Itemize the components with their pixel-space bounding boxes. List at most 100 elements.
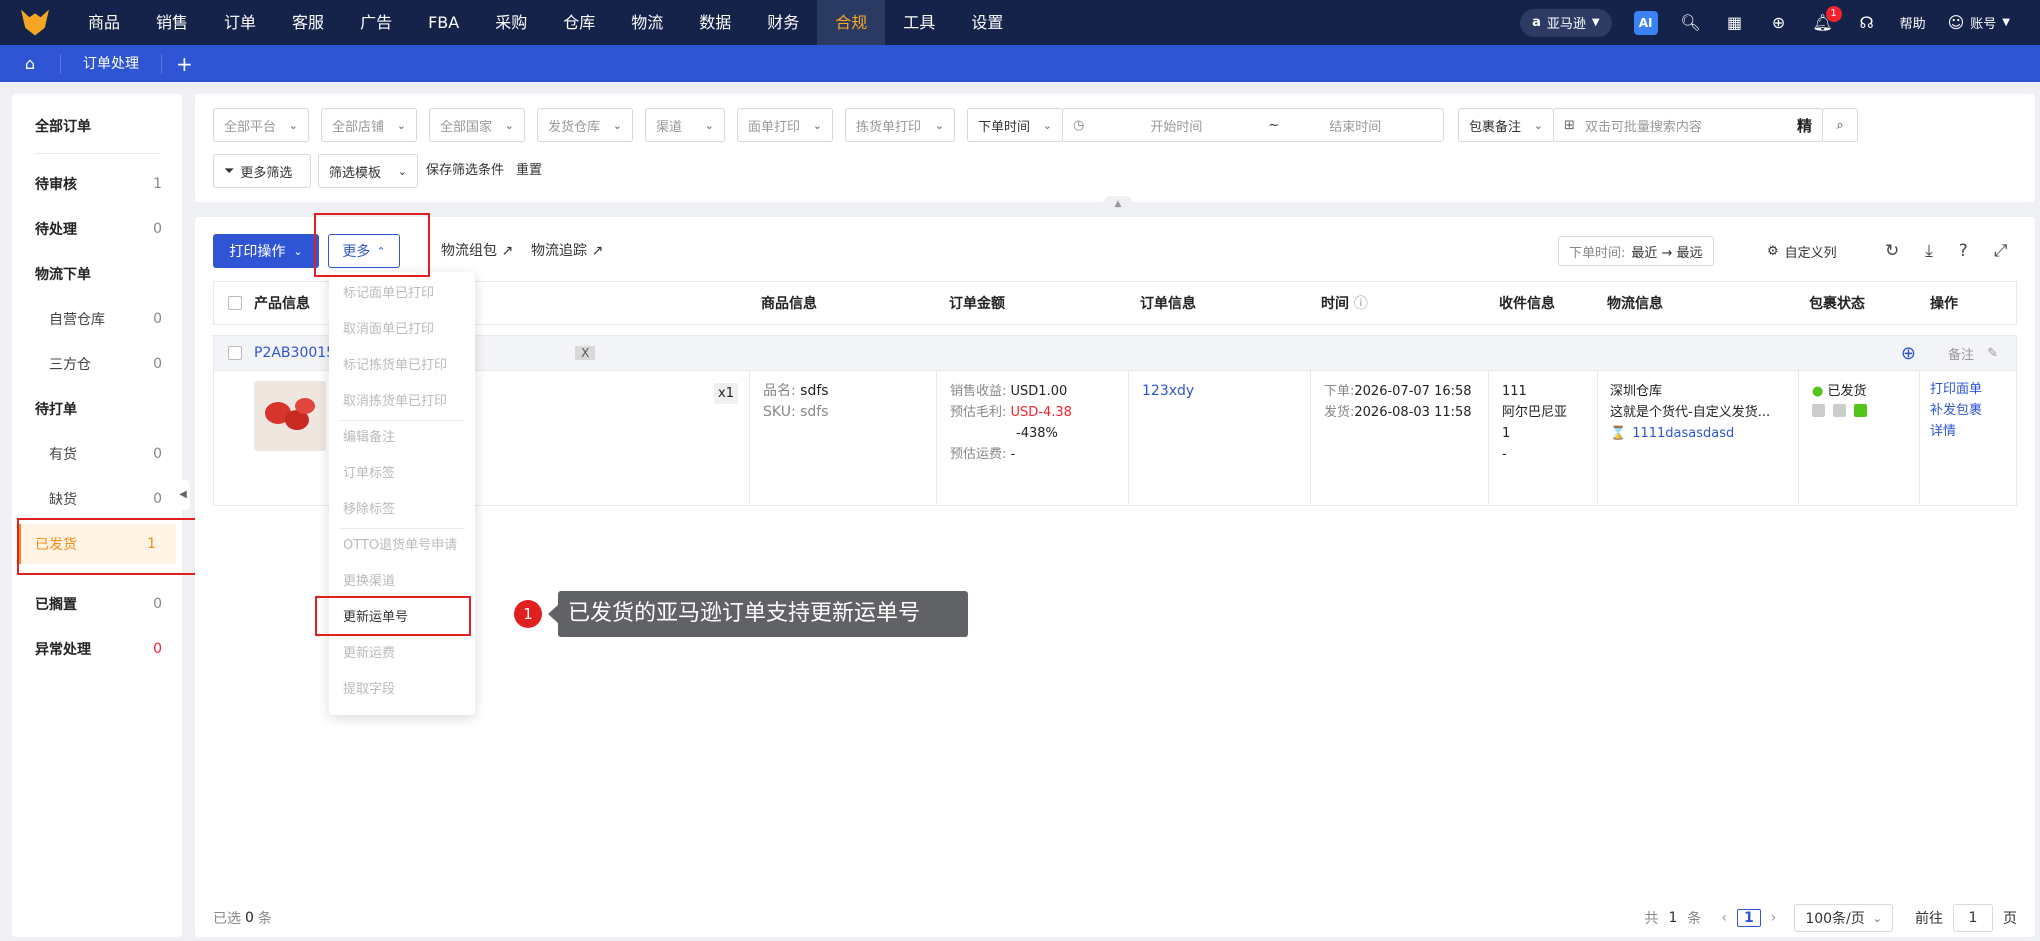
date-range-picker[interactable]: ◷ 开始时间 ~ 结束时间 [1062, 108, 1444, 142]
filter-template-select[interactable]: 筛选模板 ⌄ [318, 154, 418, 188]
search-button[interactable]: ⌕ [1822, 108, 1858, 142]
logo-icon[interactable] [0, 0, 70, 45]
custom-columns-button[interactable]: ⚙ 自定义列 [1767, 234, 1837, 268]
bell-icon[interactable]: 🔔︎ 1 [1812, 5, 1842, 34]
more-filters-button[interactable]: ⏷ 更多筛选 [213, 154, 311, 188]
sidebar-item-out-of-stock[interactable]: 缺货 0 [12, 479, 182, 519]
refresh-icon[interactable]: ↻ [1885, 241, 1899, 261]
sort-control[interactable]: 下单时间: 最近 → 最远 [1558, 234, 1714, 268]
doc-edit-icon[interactable] [1833, 404, 1846, 417]
account-menu[interactable]: ☺ 账号 ▼ [1948, 13, 2010, 32]
sidebar-item-logistics-order[interactable]: 物流下单 [12, 254, 182, 294]
sidebar-item-own-warehouse[interactable]: 自营仓库 0 [12, 299, 182, 339]
fullscreen-icon[interactable]: ⤢ [1994, 241, 2008, 261]
nav-item-compliance[interactable]: 合规 [817, 0, 886, 45]
page-size-select[interactable]: 100条/页 ⌄ [1794, 904, 1893, 932]
sidebar-item-exceptions[interactable]: 异常处理 0 [12, 629, 182, 669]
nav-item-logistics[interactable]: 物流 [613, 0, 681, 45]
sidebar-item-to-print[interactable]: 待打单 [12, 389, 182, 429]
menu-item-mark-label-printed[interactable]: 标记面单已打印 [343, 284, 434, 304]
order-id-link[interactable]: 123xdy [1142, 381, 1194, 402]
sort-box[interactable]: 下单时间: 最近 → 最远 [1558, 236, 1714, 266]
search-icon[interactable]: 🔍︎ [1680, 12, 1702, 34]
menu-item-otto-return[interactable]: OTTO退货单号申请 [343, 536, 457, 556]
tab-order-processing[interactable]: 订单处理 [60, 53, 162, 74]
label-print-select[interactable]: 面单打印 ⌄ [737, 108, 833, 142]
sidebar-item-on-hold[interactable]: 已搁置 0 [12, 584, 182, 624]
current-page[interactable]: 1 [1736, 909, 1761, 927]
menu-item-unmark-pick-printed[interactable]: 取消拣货单已打印 [343, 392, 447, 412]
menu-item-order-tags[interactable]: 订单标签 [343, 464, 395, 484]
headset-icon[interactable]: ☊ [1856, 12, 1878, 34]
precise-toggle[interactable]: 精 [1797, 115, 1812, 136]
search-input[interactable]: ⊞ 双击可批量搜索内容 精 [1553, 108, 1823, 142]
more-actions-button[interactable]: 更多 ⌃ [328, 234, 400, 268]
menu-item-mark-pick-printed[interactable]: 标记拣货单已打印 [343, 356, 447, 376]
ai-assistant-icon[interactable]: AI [1633, 10, 1658, 35]
nav-item-ads[interactable]: 广告 [342, 0, 410, 45]
menu-item-update-freight[interactable]: 更新运费 [343, 644, 395, 664]
save-filter-link[interactable]: 保存筛选条件 [426, 154, 504, 188]
nav-item-fba[interactable]: FBA [410, 0, 477, 45]
platform-select[interactable]: 全部平台 ⌄ [213, 108, 309, 142]
store-switcher[interactable]: a 亚马逊 ▼ [1520, 8, 1612, 37]
print-label-link[interactable]: 打印面单 [1930, 379, 1982, 400]
goto-page-input[interactable]: 1 [1953, 904, 1993, 932]
sidebar-item-third-party[interactable]: 三方仓 0 [12, 344, 182, 384]
details-link[interactable]: 详情 [1930, 421, 1982, 442]
sidebar-item-pending-review[interactable]: 待审核 1 [12, 164, 182, 204]
reset-link[interactable]: 重置 [516, 154, 542, 188]
sidebar-item-pending[interactable]: 待处理 0 [12, 209, 182, 249]
end-time-input[interactable]: 结束时间 [1329, 116, 1381, 135]
row-checkbox[interactable] [228, 346, 242, 360]
reship-package-link[interactable]: 补发包裹 [1930, 400, 1982, 421]
select-all-checkbox[interactable] [228, 296, 242, 310]
product-thumbnail[interactable] [254, 381, 326, 451]
nav-item-data[interactable]: 数据 [681, 0, 749, 45]
remark-label[interactable]: 备注 [1948, 344, 1974, 363]
logistics-group-link[interactable]: 物流组包 ↗ [441, 234, 513, 268]
nav-item-tools[interactable]: 工具 [885, 0, 953, 45]
country-select[interactable]: 全部国家 ⌄ [429, 108, 525, 142]
time-type-select[interactable]: 下单时间 ⌄ [967, 108, 1063, 142]
prev-page-icon[interactable]: ‹ [1721, 910, 1727, 926]
menu-item-change-channel[interactable]: 更换渠道 [343, 572, 395, 592]
pick-print-select[interactable]: 拣货单打印 ⌄ [845, 108, 955, 142]
nav-item-service[interactable]: 客服 [274, 0, 342, 45]
add-tab-button[interactable]: + [176, 52, 193, 76]
nav-item-orders[interactable]: 订单 [206, 0, 274, 45]
menu-item-edit-remark[interactable]: 编辑备注 [343, 428, 395, 448]
shop-select[interactable]: 全部店铺 ⌄ [321, 108, 417, 142]
remark-type-select[interactable]: 包裹备注 ⌄ [1458, 108, 1554, 142]
help-link[interactable]: 帮助 [1900, 13, 1926, 32]
logistics-track-link[interactable]: 物流追踪 ↗ [531, 234, 603, 268]
help-icon[interactable]: ? [1959, 241, 1968, 261]
menu-item-unmark-label-printed[interactable]: 取消面单已打印 [343, 320, 434, 340]
collapse-filter-icon[interactable]: ▲ [1103, 196, 1133, 212]
export-icon[interactable]: ⤓ [1925, 241, 1933, 261]
nav-item-product[interactable]: 商品 [70, 0, 138, 45]
apps-grid-icon[interactable]: ▦ [1724, 12, 1746, 34]
edit-icon[interactable]: ✎ [1987, 346, 1998, 361]
next-page-icon[interactable]: › [1771, 910, 1777, 926]
menu-item-extract-fields[interactable]: 提取字段 [343, 680, 395, 700]
download-icon[interactable]: ⊕ [1768, 12, 1790, 34]
start-time-input[interactable]: 开始时间 [1150, 116, 1202, 135]
doc-icon[interactable] [1812, 404, 1825, 417]
help-icon[interactable]: ⓘ [1354, 296, 1368, 312]
home-icon[interactable]: ⌂ [0, 54, 60, 73]
sidebar-item-all[interactable]: 全部订单 [12, 106, 182, 146]
menu-item-remove-tags[interactable]: 移除标签 [343, 500, 395, 520]
warehouse-select[interactable]: 发货仓库 ⌄ [537, 108, 633, 142]
nav-item-sales[interactable]: 销售 [138, 0, 206, 45]
collapse-sidebar-icon[interactable]: ◀ [176, 480, 190, 510]
menu-item-update-tracking[interactable]: 更新运单号 [343, 608, 408, 628]
print-actions-button[interactable]: 打印操作 ⌄ [213, 234, 319, 268]
nav-item-finance[interactable]: 财务 [749, 0, 817, 45]
nav-item-warehouse[interactable]: 仓库 [545, 0, 613, 45]
tracking-number-link[interactable]: 1111dasasdasd [1632, 426, 1734, 441]
add-circle-icon[interactable]: ⊕ [1901, 343, 1916, 364]
channel-select[interactable]: 渠道 ⌄ [645, 108, 725, 142]
order-number-link[interactable]: P2AB30015 [254, 345, 335, 361]
nav-item-settings[interactable]: 设置 [953, 0, 1021, 45]
